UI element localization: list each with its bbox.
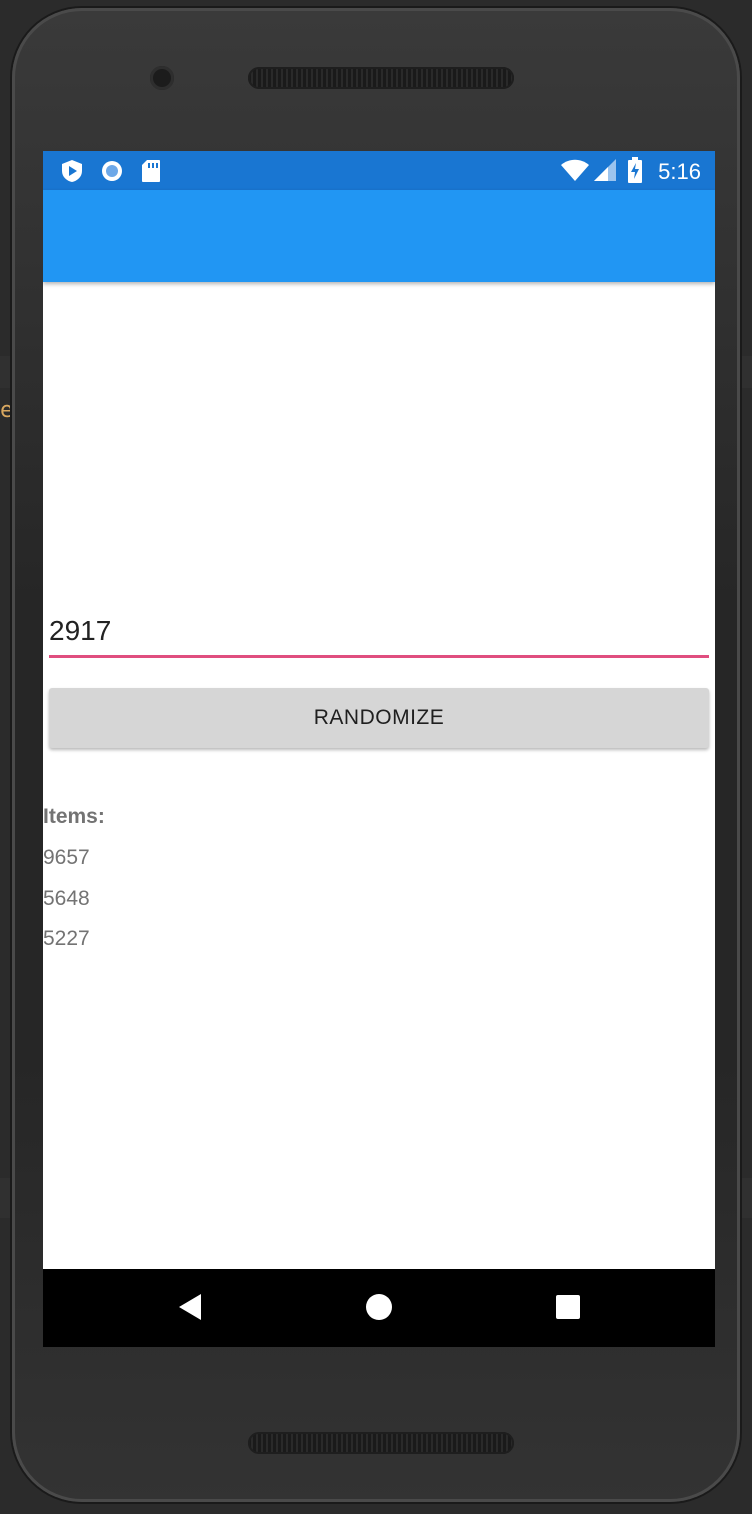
list-item: 9657 [43, 846, 90, 869]
front-camera [150, 66, 174, 90]
shield-play-icon [61, 159, 83, 188]
device-screen: 5:16 RANDOMIZE Items: 9657 5648 5227 [43, 151, 715, 1347]
randomize-button[interactable]: RANDOMIZE [49, 688, 709, 748]
status-bar: 5:16 [43, 151, 715, 190]
items-heading: Items: [43, 805, 105, 828]
signal-icon [593, 158, 617, 187]
number-entry[interactable] [49, 606, 709, 658]
status-time: 5:16 [658, 159, 701, 184]
home-icon[interactable] [365, 1292, 393, 1327]
sd-card-icon [141, 159, 161, 188]
list-item: 5648 [43, 887, 90, 910]
recents-icon[interactable] [554, 1292, 582, 1327]
bottom-speaker [248, 1432, 514, 1454]
circle-icon [100, 159, 124, 188]
list-item: 5227 [43, 927, 90, 950]
wifi-icon [560, 158, 590, 187]
app-bar [43, 190, 715, 282]
earpiece-speaker [248, 67, 514, 89]
navigation-bar [43, 1269, 715, 1347]
battery-charging-icon [627, 157, 643, 188]
back-icon[interactable] [177, 1292, 203, 1327]
